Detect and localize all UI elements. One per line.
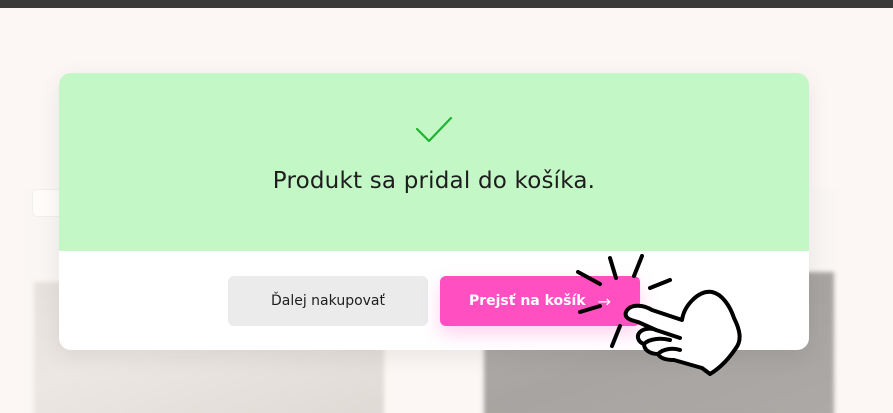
go-to-cart-button[interactable]: Prejsť na košík → bbox=[440, 276, 640, 326]
top-bar bbox=[0, 0, 893, 8]
continue-shopping-button[interactable]: Ďalej nakupovať bbox=[228, 276, 428, 326]
continue-shopping-label: Ďalej nakupovať bbox=[270, 293, 385, 309]
added-to-cart-modal: Produkt sa pridal do košíka. Ďalej nakup… bbox=[59, 73, 809, 350]
go-to-cart-label: Prejsť na košík bbox=[468, 293, 586, 309]
arrow-right-icon: → bbox=[597, 291, 612, 311]
success-banner: Produkt sa pridal do košíka. bbox=[59, 73, 809, 251]
success-message: Produkt sa pridal do košíka. bbox=[272, 168, 596, 194]
check-icon bbox=[415, 116, 453, 143]
